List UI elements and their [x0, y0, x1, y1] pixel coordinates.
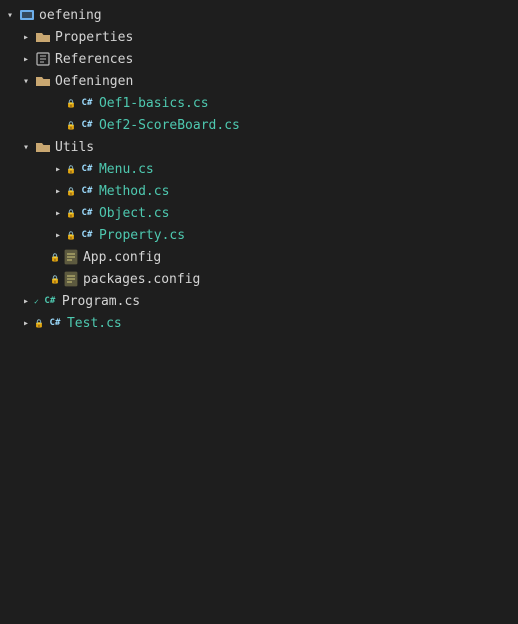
- test-label: Test.cs: [67, 316, 122, 331]
- oef1-label: Oef1-basics.cs: [99, 96, 209, 111]
- lock-badge-object: 🔒: [66, 209, 76, 218]
- cs-icon-oef1: C#: [78, 95, 96, 111]
- lock-badge-packages: 🔒: [50, 275, 60, 284]
- properties-row[interactable]: Properties: [0, 26, 518, 48]
- references-icon: [34, 51, 52, 67]
- references-label: References: [55, 52, 133, 67]
- expand-arrow-solution[interactable]: [2, 7, 18, 23]
- solution-explorer: oefening Properties References: [0, 0, 518, 338]
- expand-arrow-appconfig: [34, 249, 50, 265]
- oefeningen-row[interactable]: Oefeningen: [0, 70, 518, 92]
- packages-label: packages.config: [83, 272, 200, 287]
- oef2-label: Oef2-ScoreBoard.cs: [99, 118, 240, 133]
- menu-row[interactable]: 🔒 C# Menu.cs: [0, 158, 518, 180]
- property-label: Property.cs: [99, 228, 185, 243]
- packages-row[interactable]: 🔒 packages.config: [0, 268, 518, 290]
- expand-arrow-method[interactable]: [50, 183, 66, 199]
- expand-arrow-object[interactable]: [50, 205, 66, 221]
- oef1-row[interactable]: 🔒 C# Oef1-basics.cs: [0, 92, 518, 114]
- cs-icon-menu: C#: [78, 161, 96, 177]
- expand-arrow-oef1: [50, 95, 66, 111]
- test-row[interactable]: 🔒 C# Test.cs: [0, 312, 518, 334]
- cs-icon-oef2: C#: [78, 117, 96, 133]
- program-label: Program.cs: [62, 294, 140, 309]
- lock-badge-appconfig: 🔒: [50, 253, 60, 262]
- folder-icon-utils: [34, 139, 52, 155]
- cs-icon-method: C#: [78, 183, 96, 199]
- expand-arrow-utils[interactable]: [18, 139, 34, 155]
- references-row[interactable]: References: [0, 48, 518, 70]
- lock-badge-test: 🔒: [34, 319, 44, 328]
- cs-icon-program: C#: [41, 293, 59, 309]
- cs-icon-property: C#: [78, 227, 96, 243]
- config-icon-appconfig: [62, 249, 80, 265]
- folder-icon-oefeningen: [34, 73, 52, 89]
- appconfig-row[interactable]: 🔒 App.config: [0, 246, 518, 268]
- expand-arrow-oefeningen[interactable]: [18, 73, 34, 89]
- expand-arrow-test[interactable]: [18, 315, 34, 331]
- cs-icon-object: C#: [78, 205, 96, 221]
- menu-label: Menu.cs: [99, 162, 154, 177]
- solution-icon: [18, 7, 36, 23]
- oefeningen-label: Oefeningen: [55, 74, 133, 89]
- lock-badge-oef1: 🔒: [66, 99, 76, 108]
- expand-arrow-properties[interactable]: [18, 29, 34, 45]
- expand-arrow-program[interactable]: [18, 293, 34, 309]
- lock-badge-property: 🔒: [66, 231, 76, 240]
- utils-row[interactable]: Utils: [0, 136, 518, 158]
- lock-badge-menu: 🔒: [66, 165, 76, 174]
- program-row[interactable]: ✓ C# Program.cs: [0, 290, 518, 312]
- oef2-row[interactable]: 🔒 C# Oef2-ScoreBoard.cs: [0, 114, 518, 136]
- object-row[interactable]: 🔒 C# Object.cs: [0, 202, 518, 224]
- lock-badge-oef2: 🔒: [66, 121, 76, 130]
- property-row[interactable]: 🔒 C# Property.cs: [0, 224, 518, 246]
- cs-icon-test: C#: [46, 315, 64, 331]
- object-label: Object.cs: [99, 206, 169, 221]
- expand-arrow-menu[interactable]: [50, 161, 66, 177]
- config-icon-packages: [62, 271, 80, 287]
- utils-label: Utils: [55, 140, 94, 155]
- solution-label: oefening: [39, 8, 102, 23]
- check-badge-program: ✓: [34, 297, 39, 306]
- expand-arrow-property[interactable]: [50, 227, 66, 243]
- solution-row[interactable]: oefening: [0, 4, 518, 26]
- lock-badge-method: 🔒: [66, 187, 76, 196]
- folder-icon-properties: [34, 29, 52, 45]
- expand-arrow-references[interactable]: [18, 51, 34, 67]
- properties-label: Properties: [55, 30, 133, 45]
- method-label: Method.cs: [99, 184, 169, 199]
- expand-arrow-packages: [34, 271, 50, 287]
- expand-arrow-oef2: [50, 117, 66, 133]
- appconfig-label: App.config: [83, 250, 161, 265]
- method-row[interactable]: 🔒 C# Method.cs: [0, 180, 518, 202]
